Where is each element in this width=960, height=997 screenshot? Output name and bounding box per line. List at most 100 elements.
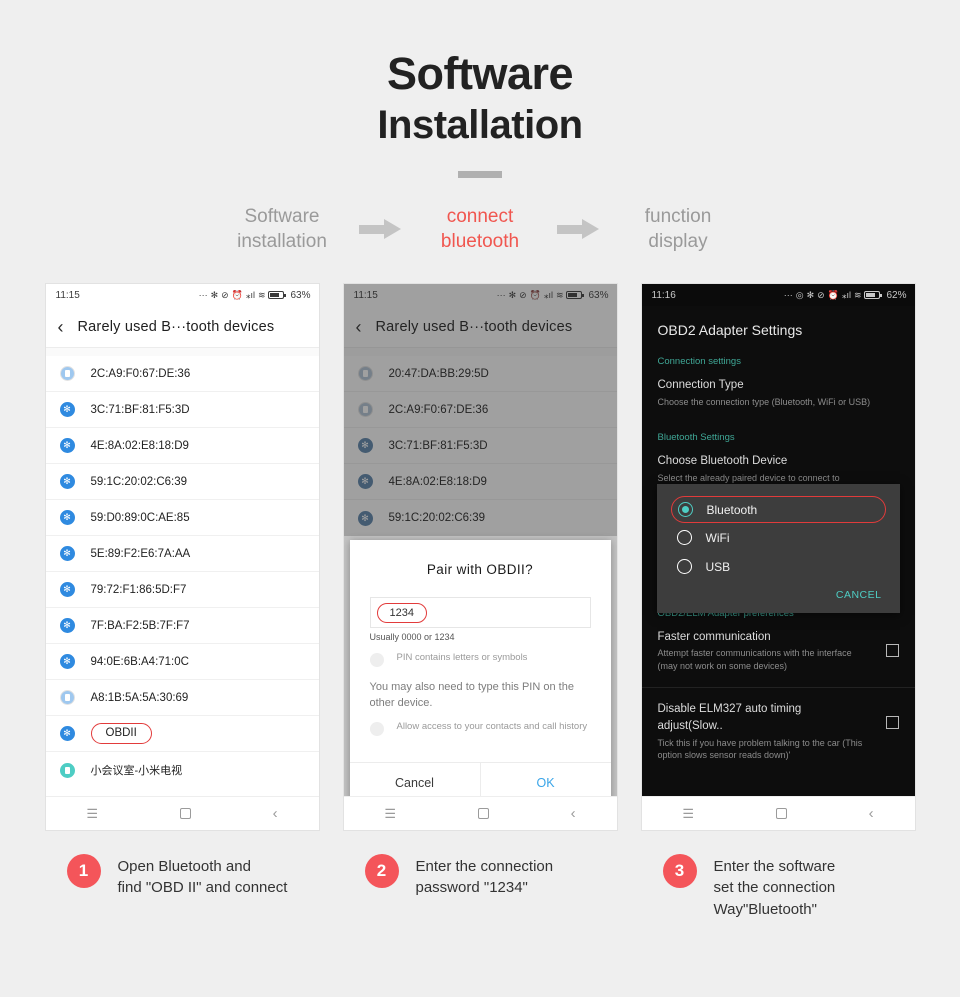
alarm-icon: ⏰ <box>827 289 839 300</box>
list-item[interactable]: ✻ 3C:71:BF:81:F5:3D <box>45 392 319 429</box>
device-name: 59:1C:20:02:C6:39 <box>90 475 188 488</box>
radio-selected-icon[interactable] <box>677 502 693 518</box>
alarm-icon: ⏰ <box>231 289 243 300</box>
checkbox-icon[interactable] <box>885 643 899 657</box>
phone-screen-3: 11:16 ··· ◎ ✻ ⊘ ⏰ ⁎ıl ≋ 62% OBD2 Adapter… <box>640 283 916 832</box>
device-name: 59:D0:89:0C:AE:85 <box>90 511 190 524</box>
location-icon: ◎ <box>795 289 804 300</box>
mute-icon: ⊘ <box>221 289 229 300</box>
radio-option-bluetooth[interactable]: Bluetooth <box>670 496 886 524</box>
page-title-line2: Installation <box>377 102 583 147</box>
device-name: 79:72:F1:86:5D:F7 <box>90 583 187 596</box>
list-item[interactable]: ✻ 79:72:F1:86:5D:F7 <box>45 572 319 609</box>
hero-section: Software Installation <box>0 0 960 178</box>
caption-text-1: Open Bluetooth and find "OBD II" and con… <box>117 858 288 897</box>
device-name: 4E:8A:02:E8:18:D9 <box>90 439 189 452</box>
home-square-icon[interactable] <box>179 808 191 820</box>
list-item[interactable]: ✻ 5E:89:F2:E6:7A:AA <box>45 536 319 573</box>
more-dots-icon: ··· <box>783 290 793 301</box>
system-nav-bar-2: ☰ ‹ <box>343 796 617 831</box>
home-square-icon[interactable] <box>477 808 489 820</box>
back-chevron-icon[interactable]: ‹ <box>58 318 64 336</box>
panel-step-1: 11:15 ··· ✻ ⊘ ⏰ ⁎ıl ≋ 63% ‹ Rarely used … <box>44 283 320 920</box>
checkbox-icon[interactable] <box>885 716 899 730</box>
phone-device-icon <box>59 366 75 382</box>
radio-unselected-icon[interactable] <box>676 530 692 546</box>
pin-hint: Usually 0000 or 1234 <box>369 632 455 643</box>
bluetooth-device-icon: ✻ <box>59 654 75 670</box>
bluetooth-device-icon: ✻ <box>59 402 75 418</box>
radio-label: WiFi <box>705 530 730 545</box>
list-item[interactable]: ✻ 94:0E:6B:A4:71:0C <box>45 644 319 681</box>
title-divider <box>458 170 502 178</box>
menu-icon[interactable]: ☰ <box>682 806 694 822</box>
bluetooth-device-icon: ✻ <box>59 438 75 454</box>
menu-icon[interactable]: ☰ <box>384 806 396 822</box>
status-time: 11:16 <box>651 289 676 301</box>
battery-percent: 63% <box>290 289 311 301</box>
signal-icon: ⁎ıl <box>841 289 851 300</box>
wifi-icon: ≋ <box>257 289 266 300</box>
list-item[interactable]: 2C:A9:F0:67:DE:36 <box>45 356 319 393</box>
checkbox-icon[interactable] <box>369 653 384 668</box>
device-name: 小会议室-小米电视 <box>90 765 183 778</box>
bluetooth-device-icon: ✻ <box>59 510 75 526</box>
list-top-gap <box>45 348 319 357</box>
pref-title: Faster communication <box>657 630 771 643</box>
pref-title: Choose Bluetooth Device <box>657 455 788 468</box>
pref-faster-communication[interactable]: Faster communication Attempt faster comm… <box>642 626 915 684</box>
pair-dialog-note: You may also need to type this PIN on th… <box>369 681 574 709</box>
app-bar-1: ‹ Rarely used B···tooth devices <box>45 306 319 349</box>
step-badge-3: 3 <box>662 854 697 889</box>
list-item[interactable]: 小会议室-小米电视 <box>46 752 319 788</box>
caption-text-2: Enter the connection password "1234" <box>415 858 554 897</box>
radio-label: Bluetooth <box>706 502 758 517</box>
checkbox-icon[interactable] <box>369 722 384 737</box>
radio-option-wifi[interactable]: WiFi <box>657 523 900 552</box>
pref-connection-type[interactable]: Connection Type Choose the connection ty… <box>642 374 915 419</box>
device-name: 2C:A9:F0:67:DE:36 <box>90 367 191 380</box>
section-header-connection: Connection settings <box>657 356 741 368</box>
pref-title: Disable ELM327 auto timing adjust(Slow.. <box>657 703 802 733</box>
signal-icon: ⁎ıl <box>245 289 255 300</box>
bluetooth-device-icon: ✻ <box>59 618 75 634</box>
pin-input[interactable]: 1234 <box>369 597 591 629</box>
menu-icon[interactable]: ☰ <box>86 806 98 822</box>
home-square-icon[interactable] <box>775 808 787 820</box>
battery-icon <box>864 291 883 300</box>
list-item[interactable]: ✻ 7F:BA:F2:5B:7F:F7 <box>45 608 319 645</box>
status-icons: ··· ◎ ✻ ⊘ ⏰ ⁎ıl ≋ 62% <box>784 290 907 301</box>
wifi-icon: ≋ <box>853 289 862 300</box>
back-icon[interactable]: ‹ <box>571 805 576 822</box>
caption-3: 3 Enter the software set the connection … <box>641 854 916 920</box>
bluetooth-device-icon: ✻ <box>59 726 75 742</box>
pin-letters-checkbox-row[interactable]: PIN contains letters or symbols <box>369 652 591 668</box>
pref-disable-elm327-timing[interactable]: Disable ELM327 auto timing adjust(Slow..… <box>642 698 915 773</box>
status-icons: ··· ✻ ⊘ ⏰ ⁎ıl ≋ 63% <box>199 290 311 301</box>
more-dots-icon: ··· <box>198 290 208 301</box>
radio-option-usb[interactable]: USB <box>657 552 900 581</box>
radio-label: USB <box>705 559 731 574</box>
pref-subtitle: Attempt faster communications with the i… <box>657 648 852 671</box>
back-icon[interactable]: ‹ <box>869 805 874 822</box>
contacts-access-checkbox-row[interactable]: Allow access to your contacts and call h… <box>369 721 591 737</box>
list-item[interactable]: ✻ 4E:8A:02:E8:18:D9 <box>45 428 319 465</box>
pref-subtitle: Choose the connection type (Bluetooth, W… <box>657 396 871 407</box>
device-name: 3C:71:BF:81:F5:3D <box>90 403 190 416</box>
device-name: 7F:BA:F2:5B:7F:F7 <box>90 619 190 632</box>
list-item[interactable]: ✻ 59:1C:20:02:C6:39 <box>45 464 319 501</box>
step-badge-1: 1 <box>66 854 101 889</box>
contacts-access-label: Allow access to your contacts and call h… <box>396 721 588 733</box>
status-bar-3: 11:16 ··· ◎ ✻ ⊘ ⏰ ⁎ıl ≋ 62% <box>641 284 915 307</box>
dialog-cancel-button[interactable]: CANCEL <box>657 581 900 607</box>
back-icon[interactable]: ‹ <box>273 805 278 822</box>
radio-unselected-icon[interactable] <box>676 559 692 575</box>
list-item[interactable]: ✻ 59:D0:89:0C:AE:85 <box>45 500 319 537</box>
section-header-bluetooth: Bluetooth Settings <box>657 432 735 444</box>
list-item[interactable]: A8:1B:5A:5A:30:69 <box>45 680 319 717</box>
panel-step-2: 11:15 ··· ✻ ⊘ ⏰ ⁎ıl ≋ 63% ‹ Rarely used … <box>342 283 618 920</box>
obd2-settings-app: 11:16 ··· ◎ ✻ ⊘ ⏰ ⁎ıl ≋ 62% OBD2 Adapter… <box>641 284 915 831</box>
list-item-obdii[interactable]: ✻ OBDII <box>45 716 319 753</box>
system-nav-bar-1: ☰ ‹ <box>45 796 319 831</box>
